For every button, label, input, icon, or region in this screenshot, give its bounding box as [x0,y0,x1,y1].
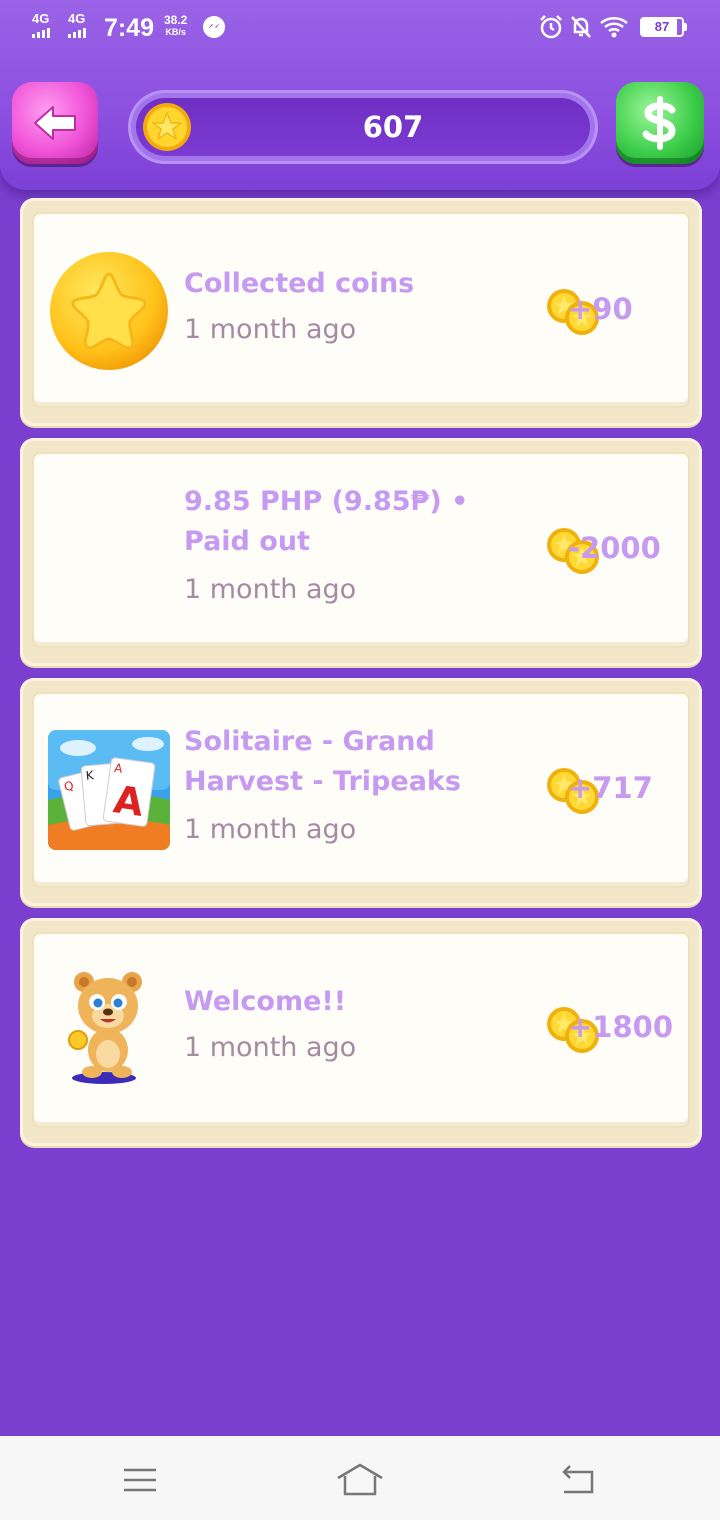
signal-icon-2 [68,28,86,38]
home-icon[interactable] [336,1462,384,1498]
battery-indicator: 87 [640,17,687,37]
transaction-time: 1 month ago [184,1032,357,1063]
coin-balance-bar: 607 [128,90,598,164]
network-type-label: 4G [32,11,50,26]
transaction-amount: -2000 [546,527,696,577]
transaction-time: 1 month ago [184,814,357,845]
star-coin-icon [50,252,168,370]
solitaire-app-icon: Q K AA [48,730,170,850]
transaction-amount: +1800 [546,1006,696,1056]
transaction-amount: +90 [546,288,696,338]
back-nav-icon[interactable] [558,1462,598,1498]
transaction-time: 1 month ago [184,314,357,345]
transaction-title: Collected coins [184,268,415,299]
signal-icon [32,28,50,38]
network-speed-unit: KB/s [165,27,186,37]
transaction-title: Solitaire - Grand Harvest - Tripeaks [184,726,461,797]
notifications-off-icon [571,16,591,38]
transaction-amount-value: +717 [568,771,653,805]
network-speed: 38.2 KB/s [164,14,187,38]
wifi-icon [600,16,628,38]
status-time: 7:49 [104,14,155,42]
transaction-time: 1 month ago [184,574,357,605]
network-type-label-2: 4G [68,11,86,26]
back-arrow-icon [34,106,76,140]
coin-icon [143,103,191,151]
cash-out-button[interactable] [616,82,704,164]
transaction-title: Welcome!! [184,986,347,1017]
messenger-icon [203,16,225,38]
transaction-title: 9.85 PHP (9.85₱) • Paid out [184,486,469,557]
back-button[interactable] [12,82,98,164]
transaction-amount-value: -2000 [568,531,661,565]
dollar-icon [642,96,676,150]
system-nav-bar [0,1436,720,1520]
menu-icon[interactable] [120,1462,160,1498]
network-speed-value: 38.2 [164,13,188,27]
status-bar: 4G 4G 7:49 38.2 KB/s 87 [0,0,720,56]
coin-balance: 607 [362,110,424,144]
transaction-amount: +717 [546,767,696,817]
transaction-amount-value: +90 [568,292,633,326]
alarm-icon [540,15,562,39]
transaction-amount-value: +1800 [568,1010,674,1044]
bear-mascot-icon [68,972,142,1084]
